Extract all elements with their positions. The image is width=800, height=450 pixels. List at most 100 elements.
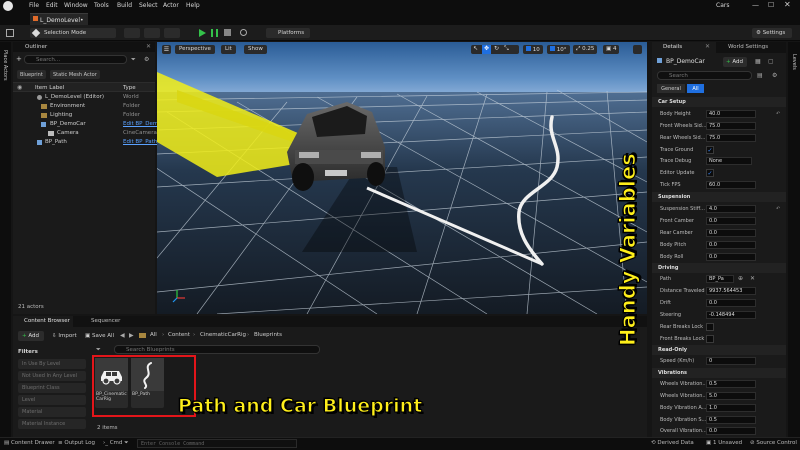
column-item-label[interactable]: Item Label — [35, 85, 64, 91]
section-vibrations[interactable]: Vibrations — [652, 368, 786, 378]
levels-strip[interactable]: Levels — [788, 42, 800, 437]
reset-icon[interactable]: ↶ — [776, 111, 780, 117]
section-suspension[interactable]: Suspension — [652, 192, 786, 202]
outliner-filter-icon[interactable]: ⏷ — [131, 56, 136, 64]
world-settings-tab[interactable]: World Settings — [716, 42, 786, 53]
property-value[interactable]: 0.0 — [706, 253, 756, 261]
save-icon[interactable] — [6, 29, 14, 37]
property-value[interactable]: 0.0 — [706, 241, 756, 249]
details-lock-icon[interactable]: ▢ — [768, 58, 774, 65]
outliner-row[interactable]: BP_Path Edit BP_Path — [13, 138, 157, 148]
menu-build[interactable]: Build — [117, 2, 132, 9]
output-log-button[interactable]: ≡ Output Log — [58, 440, 95, 446]
tab-sequencer[interactable]: Sequencer — [80, 316, 130, 327]
property-value[interactable]: 75.0 — [706, 122, 756, 130]
menu-help[interactable]: Help — [186, 2, 200, 9]
viewport-menu-button[interactable]: ☰ — [162, 45, 171, 54]
breadcrumb-blueprints[interactable]: Blueprints — [254, 332, 282, 338]
property-checkbox[interactable] — [706, 323, 714, 331]
rotation-snap-button[interactable]: 10° — [547, 45, 570, 54]
menu-file[interactable]: File — [29, 2, 39, 9]
menu-tools[interactable]: Tools — [94, 2, 109, 9]
transform-tools[interactable]: ↖ ✥ ↻ ⤡ — [471, 45, 519, 54]
property-dropdown[interactable]: BP_Pa — [706, 275, 734, 283]
settings-button[interactable]: ⚙ Settings — [752, 28, 792, 38]
filter-material[interactable]: Material — [18, 407, 86, 417]
filter-icon[interactable]: ⏷ — [96, 346, 101, 354]
filter-material-instance[interactable]: Material Instance — [18, 419, 86, 429]
unsaved-button[interactable]: ▣ 1 Unsaved — [706, 440, 742, 446]
breadcrumb-cinematic[interactable]: CinematicCarRig — [200, 332, 246, 338]
property-value[interactable]: 40.0 — [706, 110, 756, 118]
place-actors-strip[interactable]: Place Actors — [0, 42, 11, 437]
property-dropdown[interactable]: None — [706, 157, 752, 165]
cmd-dropdown[interactable]: ›_ Cmd ⏷ — [103, 440, 129, 447]
menu-edit[interactable]: Edit — [46, 2, 58, 9]
close-button[interactable]: ✕ — [784, 0, 791, 9]
property-checkbox[interactable]: ✓ — [706, 146, 714, 154]
outliner-close-icon[interactable]: ✕ — [146, 43, 151, 50]
filter-chip-blueprint[interactable]: Blueprint — [17, 70, 46, 79]
filter-blueprint-class[interactable]: Blueprint Class — [18, 383, 86, 393]
property-value[interactable]: 5.0 — [706, 392, 756, 400]
eye-icon[interactable]: ◉ — [17, 84, 22, 91]
content-button[interactable] — [124, 28, 140, 38]
property-value[interactable]: 0.0 — [706, 217, 756, 225]
play-icon[interactable] — [199, 29, 206, 37]
tab-content-browser[interactable]: Content Browser — [13, 316, 73, 327]
property-value[interactable]: 0.0 — [706, 427, 756, 435]
derived-data-button[interactable]: ⟲ Derived Data — [651, 440, 694, 446]
filter-not-used[interactable]: Not Used In Any Level — [18, 371, 86, 381]
filter-chip-static-mesh[interactable]: Static Mesh Actor — [50, 70, 100, 79]
level-viewport[interactable]: ☰ Perspective Lit Show ↖ ✥ ↻ ⤡ 10 10° ⤢ … — [157, 42, 647, 314]
content-drawer-button[interactable]: ▤ Content Drawer — [4, 440, 55, 446]
outliner-search-input[interactable]: Search... — [24, 55, 127, 64]
selection-mode-button[interactable]: Selection Mode — [30, 28, 116, 38]
property-value[interactable]: 0.0 — [706, 229, 756, 237]
clear-icon[interactable]: ✕ — [750, 275, 755, 282]
reset-icon[interactable]: ↶ — [776, 206, 780, 212]
lit-button[interactable]: Lit — [221, 45, 236, 54]
property-value[interactable]: 1.0 — [706, 404, 756, 412]
property-value[interactable]: 4.0 — [706, 205, 756, 213]
minimize-button[interactable]: — — [752, 1, 759, 9]
grid-snap-button[interactable]: 10 — [523, 45, 543, 54]
show-button[interactable]: Show — [244, 45, 267, 54]
column-type[interactable]: Type — [123, 85, 136, 91]
blueprint-edit-icon[interactable]: ▦ — [755, 58, 761, 65]
property-value[interactable]: 9937.564453 — [706, 287, 756, 295]
move-tool-icon[interactable]: ✥ — [482, 45, 491, 54]
row-type-link[interactable]: Edit BP_Demo — [123, 121, 162, 127]
menu-actor[interactable]: Actor — [163, 2, 179, 9]
tab-all[interactable]: All — [687, 84, 704, 93]
filter-in-use[interactable]: In Use By Level — [18, 359, 86, 369]
property-value[interactable]: 75.0 — [706, 134, 756, 142]
details-search-input[interactable]: Search — [657, 71, 752, 80]
outliner-add-icon[interactable]: + — [16, 55, 22, 63]
rotate-tool-icon[interactable]: ↻ — [494, 45, 499, 52]
cb-add-button[interactable]: + Add — [18, 331, 44, 341]
property-checkbox[interactable]: ✓ — [706, 169, 714, 177]
camera-speed-button[interactable]: ▣ 4 — [603, 45, 620, 54]
step-icon[interactable] — [211, 29, 218, 37]
select-tool-icon[interactable]: ↖ — [473, 45, 478, 52]
browse-icon[interactable]: ⊕ — [738, 275, 743, 282]
scale-snap-button[interactable]: ⤢ 0.25 — [573, 45, 598, 54]
console-input[interactable]: Enter Console Command — [137, 439, 297, 448]
cb-search-input[interactable]: Search Blueprints — [114, 345, 320, 354]
filter-level[interactable]: Level — [18, 395, 86, 405]
view-options-icon[interactable]: ▤ — [757, 72, 763, 79]
section-read-only[interactable]: Read-Only — [652, 345, 786, 355]
folder-icon[interactable] — [139, 333, 146, 338]
cb-save-all-button[interactable]: ▣ Save All — [82, 331, 117, 341]
property-value[interactable]: 0.0 — [706, 299, 756, 307]
play-options-icon[interactable] — [240, 29, 247, 36]
property-value[interactable]: 0.5 — [706, 416, 756, 424]
breadcrumb-all[interactable]: All — [150, 332, 157, 338]
scale-tool-icon[interactable]: ⤡ — [504, 45, 509, 53]
platforms-button[interactable]: Platforms — [266, 28, 310, 38]
tab-level[interactable]: L_DemoLevel• — [30, 13, 88, 25]
property-value[interactable]: 60.0 — [706, 181, 756, 189]
details-settings-icon[interactable]: ⚙ — [772, 72, 777, 79]
property-value[interactable]: 0 — [706, 357, 756, 365]
